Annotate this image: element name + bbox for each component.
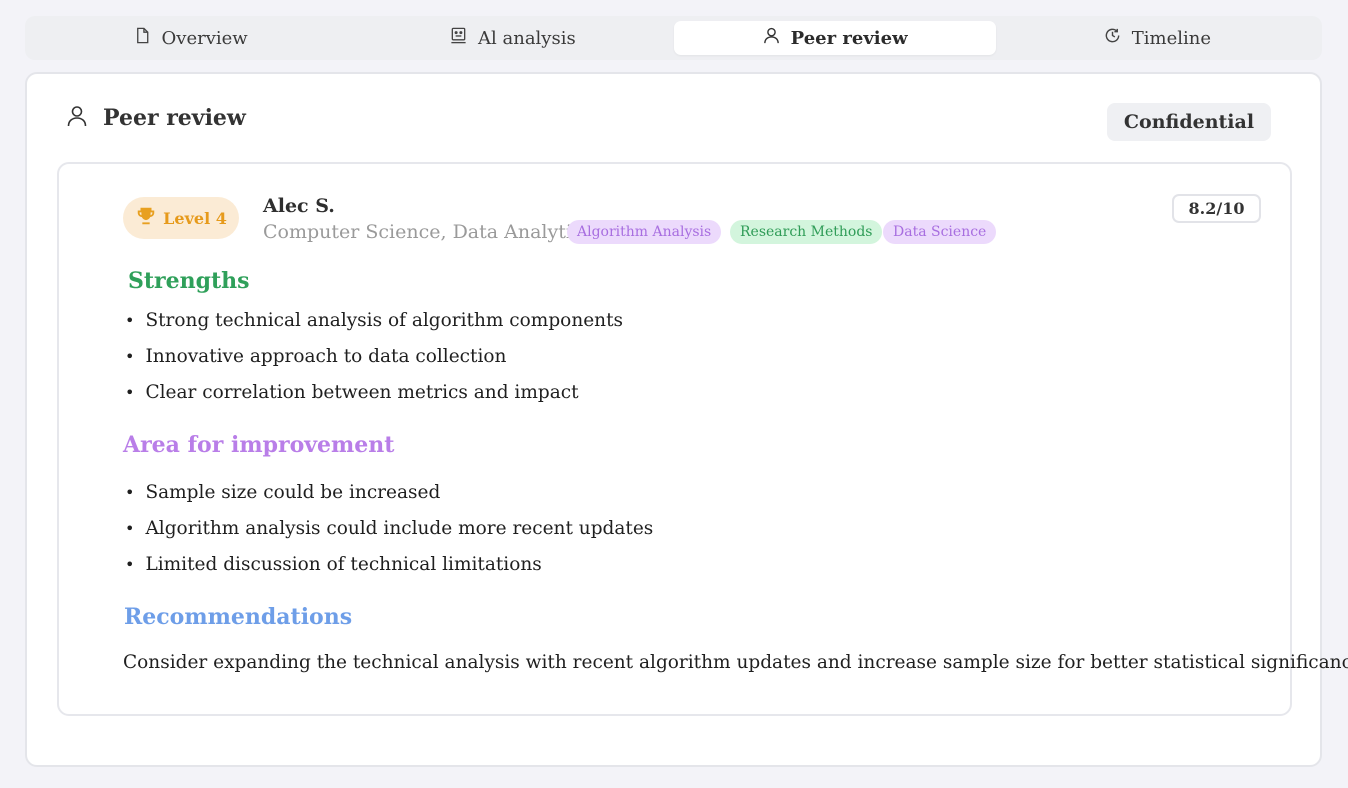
level-label: Level 4 <box>163 208 227 228</box>
tab-label: Al analysis <box>478 27 576 49</box>
level-badge: Level 4 <box>123 197 239 239</box>
trophy-icon <box>135 205 157 231</box>
tab-ai-analysis[interactable]: Al analysis <box>351 21 673 55</box>
list-item: Limited discussion of technical limitati… <box>125 546 653 582</box>
user-icon <box>65 104 89 132</box>
tab-label: Peer review <box>790 27 908 49</box>
score-badge: 8.2/10 <box>1172 194 1261 223</box>
expertise-tag: Research Methods <box>730 220 883 244</box>
reviewer-field: Computer Science, Data Analytics <box>263 221 593 243</box>
list-item: Innovative approach to data collection <box>125 338 623 374</box>
list-item: Clear correlation between metrics and im… <box>125 374 623 410</box>
strengths-heading: Strengths <box>128 268 250 294</box>
document-icon <box>133 26 152 50</box>
recommendations-text: Consider expanding the technical analysi… <box>123 652 1348 673</box>
tab-peer-review[interactable]: Peer review <box>673 21 996 55</box>
tab-overview[interactable]: Overview <box>29 21 351 55</box>
improvement-list: Sample size could be increased Algorithm… <box>125 474 653 582</box>
confidential-badge: Confidential <box>1107 103 1271 141</box>
peer-review-panel: Peer review Confidential Level 4 Alec S.… <box>25 72 1348 767</box>
list-item: Algorithm analysis could include more re… <box>125 510 653 546</box>
expertise-tag: Data Science <box>883 220 997 244</box>
strengths-list: Strong technical analysis of algorithm c… <box>125 302 623 410</box>
tab-bar: Overview Al analysis Peer review Timelin… <box>25 16 1322 60</box>
recommendations-heading: Recommendations <box>124 604 353 630</box>
tab-label: Timeline <box>1131 27 1211 49</box>
tab-label: Overview <box>161 27 248 49</box>
section-title: Peer review <box>103 105 246 131</box>
tab-timeline[interactable]: Timeline <box>996 21 1318 55</box>
user-icon <box>762 26 781 50</box>
list-item: Strong technical analysis of algorithm c… <box>125 302 623 338</box>
expertise-tag: Algorithm Analysis <box>567 220 722 244</box>
improvement-heading: Area for improvement <box>123 432 395 458</box>
review-card: Level 4 Alec S. Computer Science, Data A… <box>57 162 1348 716</box>
clock-history-icon <box>1103 26 1122 50</box>
list-item: Sample size could be increased <box>125 474 653 510</box>
section-header: Peer review <box>65 104 246 132</box>
reviewer-name: Alec S. <box>263 195 335 217</box>
robot-icon <box>449 26 468 50</box>
